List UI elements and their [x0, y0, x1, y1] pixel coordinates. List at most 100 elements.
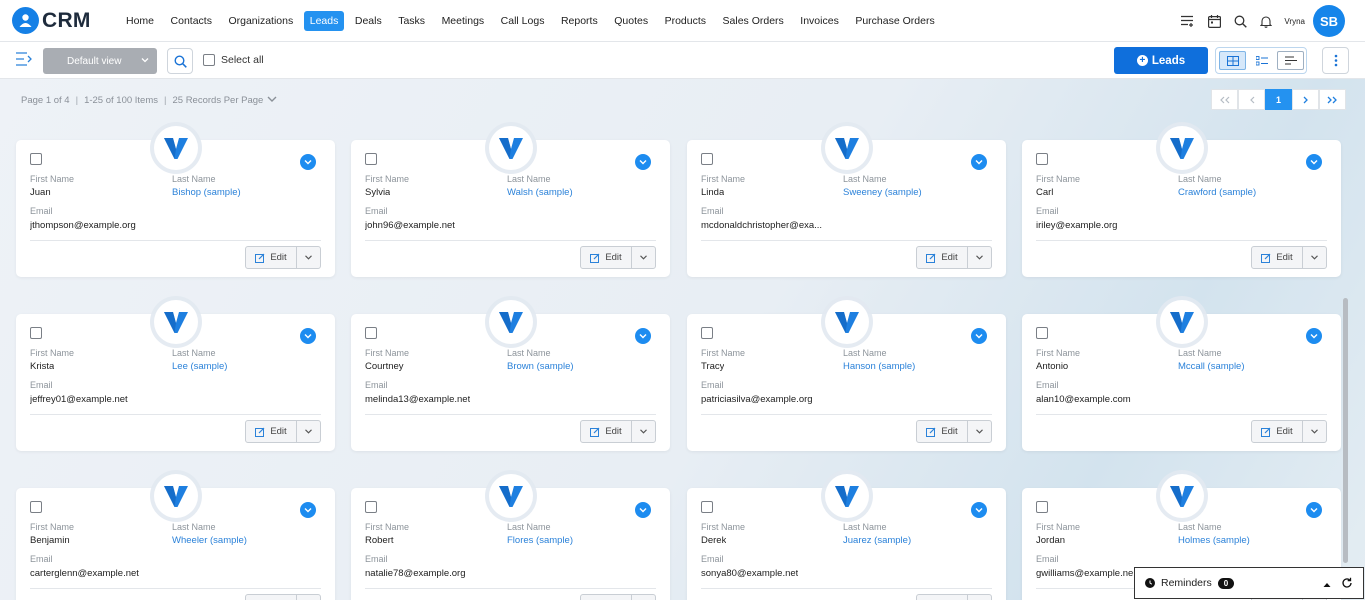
chevron-down-icon[interactable]: [300, 328, 316, 344]
avatar[interactable]: SB: [1313, 5, 1345, 37]
edit-dropdown-button[interactable]: [632, 595, 655, 600]
search-icon[interactable]: [1232, 13, 1248, 29]
nav-item-home[interactable]: Home: [120, 11, 160, 31]
lead-card[interactable]: First Name Last Name Robert Flores (sample)…: [351, 474, 670, 600]
card-checkbox[interactable]: [30, 327, 42, 339]
nav-item-quotes[interactable]: Quotes: [608, 11, 654, 31]
chevron-down-icon[interactable]: [971, 502, 987, 518]
chevron-down-icon[interactable]: [635, 154, 651, 170]
last-name-link[interactable]: Hanson (sample): [843, 361, 915, 372]
edit-dropdown-button[interactable]: [1303, 421, 1326, 442]
edit-dropdown-button[interactable]: [968, 595, 991, 600]
lead-card[interactable]: First Name Last Name Krista Lee (sample) Ema…: [16, 300, 335, 451]
last-name-link[interactable]: Brown (sample): [507, 361, 574, 372]
nav-item-invoices[interactable]: Invoices: [794, 11, 845, 31]
edit-button[interactable]: Edit: [581, 421, 632, 442]
last-name-link[interactable]: Crawford (sample): [1178, 187, 1256, 198]
scrollbar-thumb[interactable]: [1343, 298, 1348, 563]
select-all[interactable]: Select all: [203, 54, 264, 66]
card-checkbox[interactable]: [701, 327, 713, 339]
card-checkbox[interactable]: [30, 153, 42, 165]
edit-button[interactable]: Edit: [246, 421, 297, 442]
view-select[interactable]: Default view: [43, 48, 157, 74]
sidebar-toggle-icon[interactable]: [16, 52, 34, 68]
chevron-down-icon[interactable]: [300, 502, 316, 518]
chevron-down-icon[interactable]: [635, 502, 651, 518]
chevron-down-icon[interactable]: [300, 154, 316, 170]
lead-card[interactable]: First Name Last Name Benjamin Wheeler (samp…: [16, 474, 335, 600]
edit-button[interactable]: Edit: [246, 595, 297, 600]
card-checkbox[interactable]: [1036, 327, 1048, 339]
last-name-link[interactable]: Sweeney (sample): [843, 187, 922, 198]
edit-button[interactable]: Edit: [246, 247, 297, 268]
chevron-down-icon[interactable]: [1306, 502, 1322, 518]
calendar-icon[interactable]: [1206, 13, 1222, 29]
last-name-link[interactable]: Wheeler (sample): [172, 535, 247, 546]
nav-item-organizations[interactable]: Organizations: [222, 11, 299, 31]
edit-button[interactable]: Edit: [1252, 247, 1303, 268]
grid-view-icon[interactable]: [1219, 51, 1247, 70]
card-checkbox[interactable]: [365, 153, 377, 165]
lead-card[interactable]: First Name Last Name Courtney Brown (sample…: [351, 300, 670, 451]
last-name-link[interactable]: Juarez (sample): [843, 535, 911, 546]
edit-dropdown-button[interactable]: [297, 247, 320, 268]
nav-item-reports[interactable]: Reports: [555, 11, 604, 31]
reminders-panel[interactable]: Reminders 0: [1134, 567, 1364, 599]
edit-button[interactable]: Edit: [581, 247, 632, 268]
nav-item-contacts[interactable]: Contacts: [165, 11, 218, 31]
per-page-select[interactable]: 25 Records Per Page: [172, 95, 263, 106]
bell-icon[interactable]: [1258, 13, 1274, 29]
edit-dropdown-button[interactable]: [632, 247, 655, 268]
lead-card[interactable]: First Name Last Name Juan Bishop (sample) Em…: [16, 126, 335, 277]
prev-page-icon[interactable]: [1238, 89, 1265, 110]
edit-dropdown-button[interactable]: [297, 595, 320, 600]
card-checkbox[interactable]: [365, 501, 377, 513]
lead-card[interactable]: First Name Last Name Antonio Mccall (sample…: [1022, 300, 1341, 451]
nav-item-deals[interactable]: Deals: [349, 11, 388, 31]
last-name-link[interactable]: Flores (sample): [507, 535, 573, 546]
last-name-link[interactable]: Walsh (sample): [507, 187, 573, 198]
last-name-link[interactable]: Lee (sample): [172, 361, 227, 372]
chevron-down-icon[interactable]: [267, 95, 277, 106]
card-checkbox[interactable]: [365, 327, 377, 339]
select-all-checkbox[interactable]: [203, 54, 215, 66]
nav-item-purchase-orders[interactable]: Purchase Orders: [849, 11, 940, 31]
nav-item-sales-orders[interactable]: Sales Orders: [717, 11, 790, 31]
lead-card[interactable]: First Name Last Name Tracy Hanson (sample) E…: [687, 300, 1006, 451]
more-options-button[interactable]: [1322, 47, 1349, 74]
chevron-down-icon[interactable]: [971, 154, 987, 170]
list-add-icon[interactable]: [1180, 13, 1196, 29]
list-view-icon[interactable]: [1248, 51, 1275, 70]
user-name[interactable]: Vryna: [1284, 17, 1305, 26]
edit-button[interactable]: Edit: [1252, 421, 1303, 442]
kanban-view-icon[interactable]: [1276, 51, 1305, 70]
page-number[interactable]: 1: [1265, 89, 1292, 110]
card-checkbox[interactable]: [701, 501, 713, 513]
last-name-link[interactable]: Holmes (sample): [1178, 535, 1250, 546]
last-page-icon[interactable]: [1319, 89, 1346, 110]
edit-dropdown-button[interactable]: [1303, 247, 1326, 268]
edit-dropdown-button[interactable]: [968, 421, 991, 442]
nav-item-products[interactable]: Products: [659, 11, 712, 31]
edit-button[interactable]: Edit: [581, 595, 632, 600]
expand-up-icon[interactable]: [1323, 579, 1331, 591]
first-page-icon[interactable]: [1211, 89, 1238, 110]
lead-card[interactable]: First Name Last Name Linda Sweeney (sample)…: [687, 126, 1006, 277]
card-checkbox[interactable]: [30, 501, 42, 513]
chevron-down-icon[interactable]: [1306, 154, 1322, 170]
edit-dropdown-button[interactable]: [297, 421, 320, 442]
chevron-down-icon[interactable]: [971, 328, 987, 344]
chevron-down-icon[interactable]: [1306, 328, 1322, 344]
lead-card[interactable]: First Name Last Name Carl Crawford (sample)…: [1022, 126, 1341, 277]
nav-item-leads[interactable]: Leads: [303, 10, 345, 31]
card-checkbox[interactable]: [701, 153, 713, 165]
lead-card[interactable]: First Name Last Name Derek Juarez (sample) E…: [687, 474, 1006, 600]
nav-item-meetings[interactable]: Meetings: [436, 11, 491, 31]
refresh-icon[interactable]: [1341, 577, 1353, 592]
lead-card[interactable]: First Name Last Name Sylvia Walsh (sample) E…: [351, 126, 670, 277]
nav-item-tasks[interactable]: Tasks: [392, 11, 431, 31]
edit-button[interactable]: Edit: [917, 421, 968, 442]
edit-dropdown-button[interactable]: [968, 247, 991, 268]
next-page-icon[interactable]: [1292, 89, 1319, 110]
last-name-link[interactable]: Mccall (sample): [1178, 361, 1245, 372]
